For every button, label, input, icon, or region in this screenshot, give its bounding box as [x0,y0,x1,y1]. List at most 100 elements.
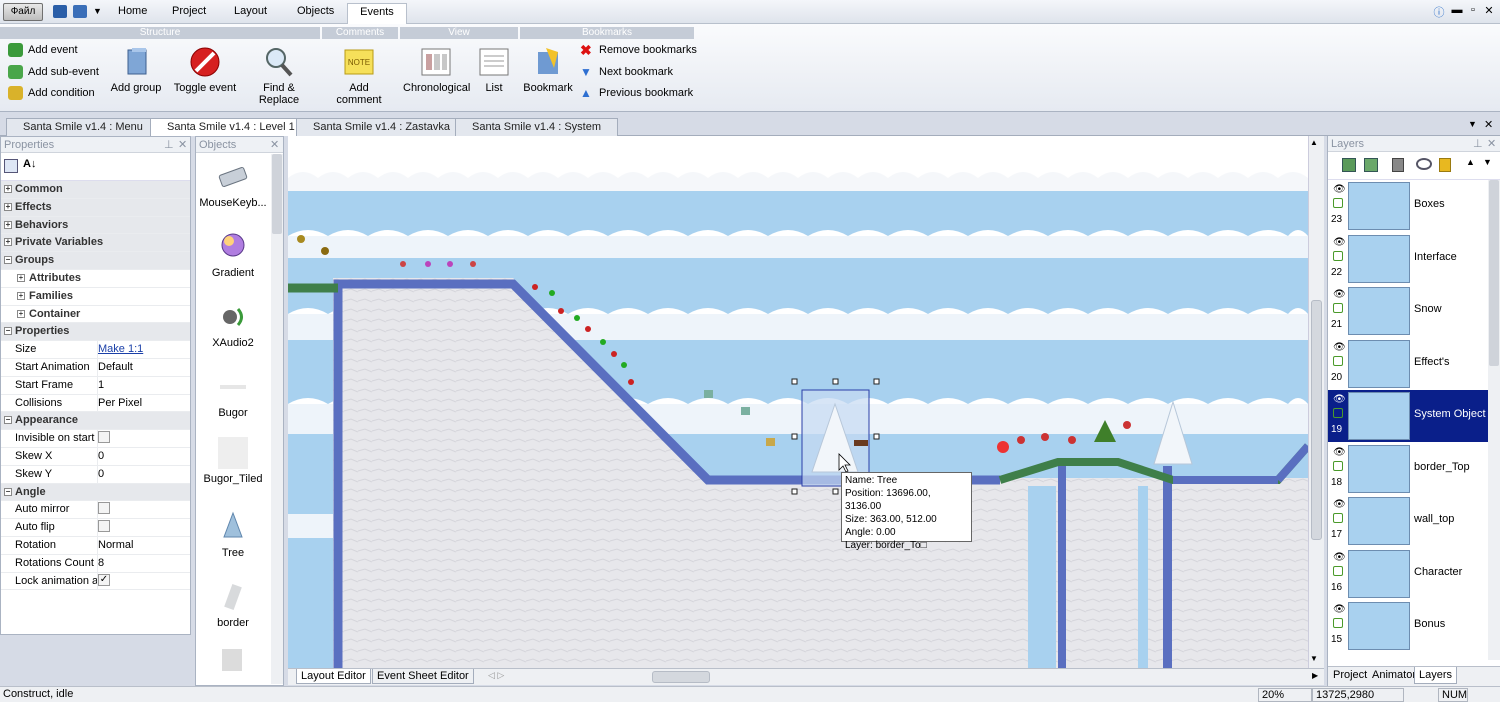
property-row[interactable]: + Effects [1,198,190,217]
find-replace-button[interactable]: Find & Replace [243,46,315,106]
expand-toggle-icon[interactable]: − [4,256,12,265]
lock-icon[interactable] [1439,158,1451,172]
property-checkbox[interactable] [97,519,110,537]
add-comment-button[interactable]: NOTE Add comment [326,46,392,106]
remove-bookmarks-button[interactable]: ✖ Remove bookmarks [575,41,697,59]
expand-toggle-icon[interactable]: + [17,309,25,318]
property-row[interactable]: Rotation Normal [1,536,190,555]
property-row[interactable]: Skew X 0 [1,447,190,466]
layout-canvas[interactable] [288,136,1308,668]
layer-row[interactable]: 👁 22 Interface [1328,233,1488,285]
bookmark-button[interactable]: Bookmark [522,46,574,94]
property-row[interactable]: Start Animation Default [1,358,190,377]
canvas-hscroll-thumb[interactable] [652,671,710,683]
tabs-dropdown-icon[interactable]: ▼ [1468,119,1477,129]
expand-toggle-icon[interactable]: + [4,220,12,229]
expand-toggle-icon[interactable]: + [4,202,12,211]
doc-tab-system[interactable]: Santa Smile v1.4 : System [455,118,618,136]
add-layer-above-icon[interactable] [1364,158,1378,172]
expand-toggle-icon[interactable]: + [4,238,12,247]
tab-project[interactable]: Project [162,3,216,24]
layer-row[interactable]: 👁 21 Snow [1328,285,1488,337]
tab-home[interactable]: Home [108,3,157,24]
property-value[interactable]: Default [97,358,133,376]
add-group-button[interactable]: Add group [110,46,162,94]
property-row[interactable]: Size Make 1:1 [1,341,190,359]
pin-icon[interactable]: ⊥ [1473,136,1483,152]
object-gradient[interactable]: Gradient [196,231,270,279]
object-tree[interactable]: Tree [196,511,270,559]
property-row[interactable]: − Groups [1,252,190,270]
object-border[interactable]: border [196,581,270,629]
quick-access-dropdown-icon[interactable]: ▼ [93,6,102,16]
checkbox[interactable] [98,520,110,533]
tab-objects[interactable]: Objects [287,3,344,24]
layer-row[interactable]: 👁 18 border_Top [1328,443,1488,495]
move-layer-down-icon[interactable]: ▼ [1483,157,1492,167]
layers-scroll-thumb[interactable] [1489,180,1499,366]
property-row[interactable]: + Behaviors [1,216,190,235]
checkbox[interactable] [98,431,110,444]
unlock-icon[interactable] [1333,408,1343,418]
close-tab-icon[interactable]: ✕ [1484,118,1493,131]
visibility-icon[interactable] [1416,158,1432,170]
property-row[interactable]: + Private Variables [1,234,190,253]
layer-row[interactable]: 👁 15 Bonus [1328,600,1488,652]
doc-tab-level-1[interactable]: Santa Smile v1.4 : Level 1 [150,118,312,136]
animator-tab[interactable]: Animator [1370,668,1418,682]
eye-icon[interactable]: 👁 [1333,604,1346,615]
tab-scroll-arrows-icon[interactable]: ◁ ▷ [488,670,504,681]
eye-icon[interactable]: 👁 [1333,342,1346,353]
toggle-event-button[interactable]: Toggle event [172,46,238,94]
expand-toggle-icon[interactable]: − [4,487,12,496]
pin-icon[interactable]: ⊥ [164,137,174,153]
property-value[interactable]: Normal [97,536,133,554]
property-value[interactable]: 0 [97,447,104,465]
eye-icon[interactable]: 👁 [1333,552,1346,563]
tab-layout[interactable]: Layout [224,3,277,24]
eye-icon[interactable]: 👁 [1333,289,1346,300]
event-sheet-editor-tab[interactable]: Event Sheet Editor [372,669,474,684]
object-bugor-tiled[interactable]: Bugor_Tiled [196,437,270,485]
eye-icon[interactable]: 👁 [1333,447,1346,458]
unlock-icon[interactable] [1333,250,1343,261]
property-row[interactable]: + Container [1,306,190,324]
hscroll-right-icon[interactable]: ▶ [1312,671,1318,680]
property-row[interactable]: Invisible on start [1,430,190,448]
save-all-icon[interactable] [73,5,87,18]
property-row[interactable]: + Common [1,181,190,199]
property-checkbox[interactable] [97,501,110,519]
doc-tab-zastavka[interactable]: Santa Smile v1.4 : Zastavka [296,118,467,136]
expand-toggle-icon[interactable]: + [4,185,12,193]
unlock-icon[interactable] [1333,355,1343,366]
previous-bookmark-button[interactable]: ▲ Previous bookmark [575,84,693,102]
list-button[interactable]: List [476,46,512,94]
expand-toggle-icon[interactable]: + [17,273,25,282]
property-row[interactable]: − Properties [1,323,190,342]
panel-close-icon[interactable]: ✕ [1487,136,1496,152]
eye-icon[interactable]: 👁 [1333,394,1346,405]
property-value[interactable]: 8 [97,554,104,572]
project-tab[interactable]: Project [1331,668,1369,682]
property-row[interactable]: − Angle [1,483,190,502]
property-row[interactable]: + Families [1,288,190,306]
expand-toggle-icon[interactable]: − [4,327,12,336]
unlock-icon[interactable] [1333,513,1343,523]
property-row[interactable]: Start Frame 1 [1,376,190,395]
checkbox[interactable] [98,502,110,515]
checkbox[interactable]: ✓ [98,573,110,586]
object-mousekeyboard[interactable]: MouseKeyb... [196,161,270,209]
object-bugor[interactable]: Bugor [196,371,270,419]
doc-tab-menu[interactable]: Santa Smile v1.4 : Menu [6,118,160,136]
property-row[interactable]: Auto mirror [1,501,190,520]
property-value[interactable]: Per Pixel [97,394,142,412]
layer-row[interactable]: 👁 23 Boxes [1328,180,1488,232]
layers-tab[interactable]: Layers [1414,667,1458,684]
eye-icon[interactable]: 👁 [1333,184,1346,195]
layer-row[interactable]: 👁 16 Character [1328,548,1488,600]
layer-row[interactable]: 👁 17 wall_top [1328,495,1488,547]
unlock-icon[interactable] [1333,460,1343,471]
expand-toggle-icon[interactable]: + [17,291,25,300]
layer-row[interactable]: 👁 20 Effect's [1328,338,1488,390]
canvas-vertical-scrollbar[interactable]: ▲ ▼ [1308,136,1324,668]
